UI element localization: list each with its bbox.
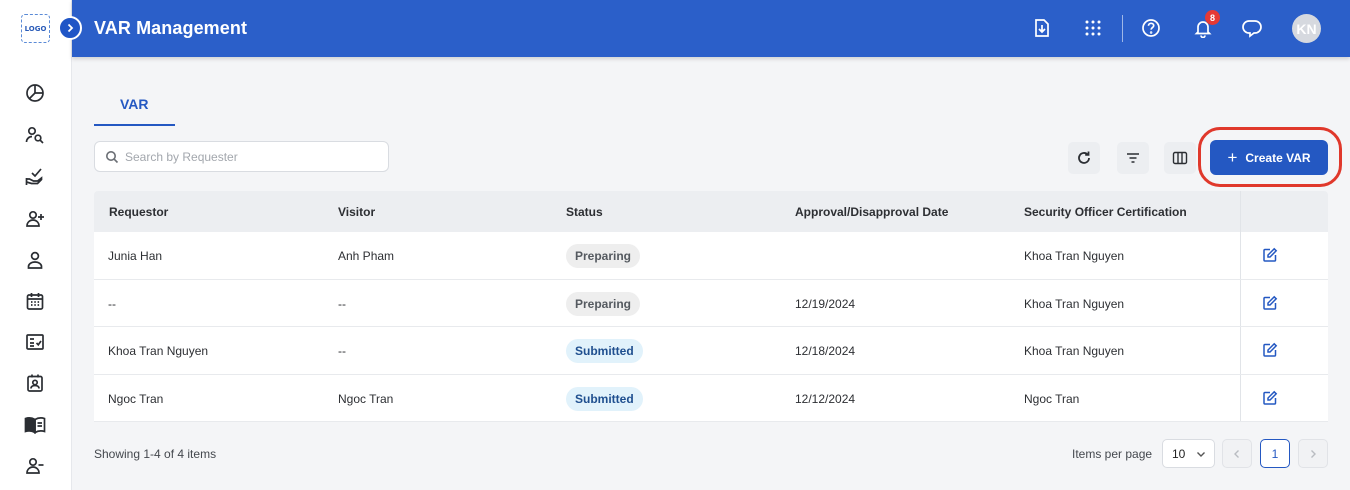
cell-date: 12/19/2024 <box>795 296 856 311</box>
calendar-icon[interactable] <box>24 290 46 312</box>
items-per-page-value: 10 <box>1172 446 1186 461</box>
table-row[interactable]: Ngoc Tran Ngoc Tran Submitted 12/12/2024… <box>94 374 1328 422</box>
column-separator <box>1240 232 1241 279</box>
user-icon[interactable] <box>24 249 46 271</box>
create-var-label: Create VAR <box>1245 150 1311 165</box>
column-header-security-officer[interactable]: Security Officer Certification <box>1024 205 1187 219</box>
chevron-right-icon <box>1311 449 1316 458</box>
filter-icon <box>1127 153 1139 163</box>
chevron-right-icon <box>67 23 74 33</box>
refresh-icon <box>1078 151 1090 164</box>
chevron-left-icon <box>1234 449 1239 458</box>
edit-icon[interactable] <box>1262 342 1278 358</box>
items-per-page-select[interactable]: 10 <box>1162 439 1215 468</box>
cell-requestor: Ngoc Tran <box>108 391 164 406</box>
status-badge: Preparing <box>566 291 641 316</box>
user-add-icon[interactable] <box>24 208 46 230</box>
cell-officer: Khoa Tran Nguyen <box>1024 249 1125 263</box>
status-badge: Submitted <box>566 386 643 411</box>
plus-icon: + <box>1227 148 1238 167</box>
search-box <box>94 141 389 172</box>
notification-badge: 8 <box>1205 10 1220 25</box>
column-separator <box>1240 191 1241 232</box>
cell-visitor: -- <box>338 344 346 358</box>
column-separator <box>1240 279 1241 326</box>
cell-visitor: Ngoc Tran <box>338 391 394 406</box>
cell-officer: Ngoc Tran <box>1024 391 1080 406</box>
cell-date: 12/18/2024 <box>795 344 856 358</box>
cell-requestor: -- <box>108 296 116 311</box>
items-per-page-label: Items per page <box>1072 447 1153 461</box>
cell-visitor: Anh Pham <box>338 249 395 263</box>
column-header-requestor[interactable]: Requestor <box>109 205 168 219</box>
column-separator <box>1240 374 1241 421</box>
id-card-icon[interactable] <box>24 372 46 394</box>
sidebar: LOGO <box>0 0 72 490</box>
book-icon[interactable] <box>24 414 46 436</box>
tab-active-indicator <box>94 124 175 126</box>
pie-chart-icon[interactable] <box>24 82 46 104</box>
var-table: Requestor Visitor Status Approval/Disapp… <box>94 191 1328 422</box>
tab-var[interactable]: VAR <box>94 82 175 126</box>
hand-check-icon[interactable] <box>24 166 46 188</box>
search-input[interactable] <box>125 142 380 171</box>
app-header: VAR Management 8 KN <box>72 0 1350 57</box>
edit-icon[interactable] <box>1262 390 1278 406</box>
user-remove-icon[interactable] <box>24 455 46 477</box>
edit-icon[interactable] <box>1262 295 1278 311</box>
help-icon[interactable] <box>1139 16 1163 40</box>
status-badge: Submitted <box>566 339 643 363</box>
chat-icon[interactable] <box>1240 16 1264 40</box>
showing-items-text: Showing 1-4 of 4 items <box>94 447 217 461</box>
header-divider <box>1122 15 1123 42</box>
checklist-icon[interactable] <box>24 331 46 353</box>
logo: LOGO <box>21 14 50 43</box>
cell-officer: Khoa Tran Nguyen <box>1024 344 1125 358</box>
column-separator <box>1240 327 1241 374</box>
table-row[interactable]: Junia Han Anh Pham Preparing Khoa Tran N… <box>94 232 1328 280</box>
column-header-approval-date[interactable]: Approval/Disapproval Date <box>795 205 948 219</box>
tab-label: VAR <box>120 96 149 112</box>
table-row[interactable]: -- -- Preparing 12/19/2024 Khoa Tran Ngu… <box>94 279 1328 327</box>
page-number-button[interactable]: 1 <box>1260 439 1290 468</box>
cell-date: 12/12/2024 <box>795 391 856 406</box>
create-var-button[interactable]: + Create VAR <box>1210 140 1328 175</box>
previous-page-button[interactable] <box>1222 439 1252 468</box>
cell-requestor: Junia Han <box>108 249 163 263</box>
table-header: Requestor Visitor Status Approval/Disapp… <box>94 191 1328 232</box>
apps-grid-icon[interactable] <box>1081 16 1105 40</box>
download-document-icon[interactable] <box>1030 16 1054 40</box>
sidebar-collapse-button[interactable] <box>58 16 82 40</box>
search-icon <box>106 151 119 164</box>
status-badge: Preparing <box>566 244 641 268</box>
column-header-status[interactable]: Status <box>566 205 603 219</box>
columns-icon <box>1172 151 1188 165</box>
cell-requestor: Khoa Tran Nguyen <box>108 344 209 358</box>
cell-officer: Khoa Tran Nguyen <box>1024 296 1125 311</box>
next-page-button[interactable] <box>1298 439 1328 468</box>
filter-button[interactable] <box>1117 142 1149 174</box>
columns-button[interactable] <box>1164 142 1196 174</box>
cell-visitor: -- <box>338 296 346 311</box>
table-row[interactable]: Khoa Tran Nguyen -- Submitted 12/18/2024… <box>94 327 1328 375</box>
edit-icon[interactable] <box>1262 247 1278 263</box>
user-search-icon[interactable] <box>24 124 46 146</box>
column-header-visitor[interactable]: Visitor <box>338 205 375 219</box>
chevron-down-icon <box>1197 452 1205 457</box>
avatar[interactable]: KN <box>1292 14 1321 43</box>
refresh-button[interactable] <box>1068 142 1100 174</box>
page-title: VAR Management <box>94 18 248 38</box>
